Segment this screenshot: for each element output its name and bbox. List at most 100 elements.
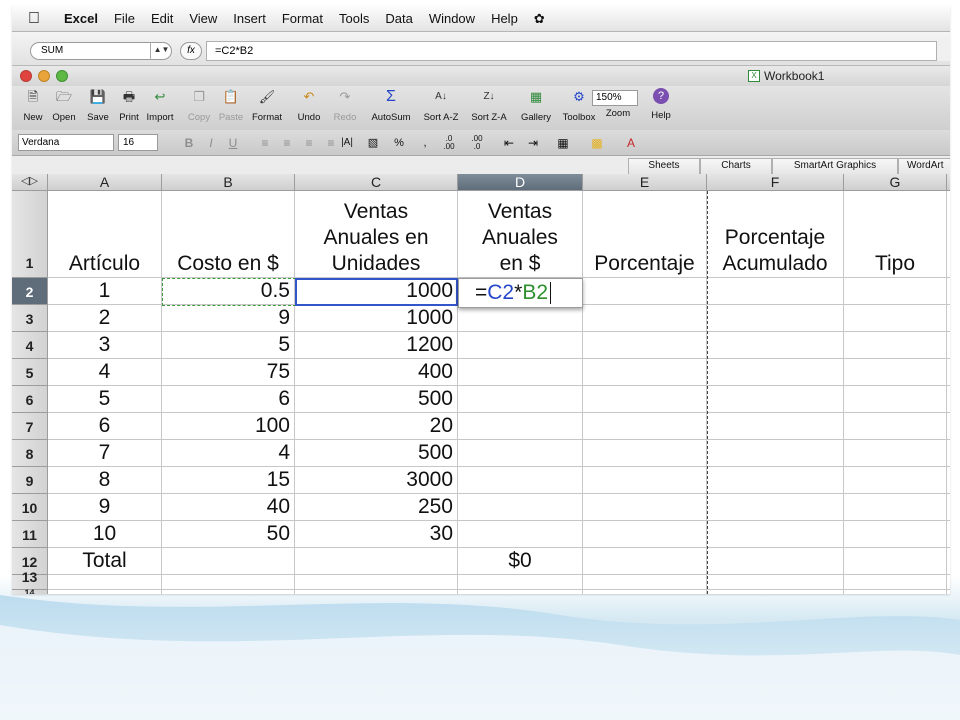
borders-icon[interactable]: ▦: [554, 135, 572, 151]
cell-a14[interactable]: [48, 590, 162, 594]
row-header-10[interactable]: 10: [12, 494, 48, 521]
header-cell-d[interactable]: Ventas Anuales en $: [458, 191, 583, 278]
cell-b4[interactable]: 5: [162, 332, 295, 359]
cell-d13[interactable]: [458, 575, 583, 590]
formula-scroll-handle[interactable]: [936, 41, 950, 61]
cell-e9[interactable]: [583, 467, 707, 494]
sort-a-z-button[interactable]: A↓ Sort A-Z: [418, 88, 464, 123]
cell-e10[interactable]: [583, 494, 707, 521]
tab-smartart[interactable]: SmartArt Graphics: [772, 158, 898, 174]
cell-c4[interactable]: 1200: [295, 332, 458, 359]
column-header-e[interactable]: E: [583, 174, 707, 191]
increase-indent-icon[interactable]: ⇥: [524, 135, 542, 151]
cell-c12[interactable]: [295, 548, 458, 575]
d2-edit-cell[interactable]: =C2*B2: [458, 278, 583, 308]
cell-e3[interactable]: [583, 305, 707, 332]
font-name-select[interactable]: Verdana: [18, 134, 114, 151]
menu-file[interactable]: File: [106, 11, 143, 26]
copy-button[interactable]: ❐ Copy: [184, 88, 214, 123]
cell-h11[interactable]: [947, 521, 950, 548]
sort-z-a-button[interactable]: Z↓ Sort Z-A: [466, 88, 512, 123]
merge-cells-icon[interactable]: |A|: [338, 135, 356, 151]
cell-f5[interactable]: [707, 359, 844, 386]
cell-b7[interactable]: 100: [162, 413, 295, 440]
import-button[interactable]: ↩ Import: [142, 88, 178, 123]
cell-c2[interactable]: 1000: [295, 278, 458, 305]
cell-a9[interactable]: 8: [48, 467, 162, 494]
save-button[interactable]: 💾 Save: [82, 88, 114, 123]
cell-c11[interactable]: 30: [295, 521, 458, 548]
cell-a7[interactable]: 6: [48, 413, 162, 440]
row-header-9[interactable]: 9: [12, 467, 48, 494]
cell-c10[interactable]: 250: [295, 494, 458, 521]
cell-a12[interactable]: Total: [48, 548, 162, 575]
cell-a8[interactable]: 7: [48, 440, 162, 467]
cell-e11[interactable]: [583, 521, 707, 548]
cell-f3[interactable]: [707, 305, 844, 332]
align-left-icon[interactable]: ≡: [256, 135, 274, 151]
cell-g2[interactable]: [844, 278, 947, 305]
menu-view[interactable]: View: [181, 11, 225, 26]
cell-h4[interactable]: [947, 332, 950, 359]
decrease-decimal-icon[interactable]: .00.0: [468, 135, 486, 151]
column-header-b[interactable]: B: [162, 174, 295, 191]
cell-h7[interactable]: [947, 413, 950, 440]
row-header-6[interactable]: 6: [12, 386, 48, 413]
column-header-g[interactable]: G: [844, 174, 947, 191]
cell-a11[interactable]: 10: [48, 521, 162, 548]
cell-h13[interactable]: [947, 575, 950, 590]
cell-c14[interactable]: [295, 590, 458, 594]
menu-excel[interactable]: Excel: [56, 11, 106, 26]
cell-e2[interactable]: [583, 278, 707, 305]
cell-h3[interactable]: [947, 305, 950, 332]
row-header-7[interactable]: 7: [12, 413, 48, 440]
cell-f11[interactable]: [707, 521, 844, 548]
cell-c8[interactable]: 500: [295, 440, 458, 467]
cell-h9[interactable]: [947, 467, 950, 494]
cell-c13[interactable]: [295, 575, 458, 590]
align-center-icon[interactable]: ≡: [278, 135, 296, 151]
zoom-window-button[interactable]: [56, 70, 68, 82]
cell-f9[interactable]: [707, 467, 844, 494]
row-header-5[interactable]: 5: [12, 359, 48, 386]
new-button[interactable]: 🗎 New: [20, 88, 46, 123]
cell-f13[interactable]: [707, 575, 844, 590]
column-header-f[interactable]: F: [707, 174, 844, 191]
menu-window[interactable]: Window: [421, 11, 483, 26]
redo-button[interactable]: ↷ Redo: [328, 88, 362, 123]
row-header-11[interactable]: 11: [12, 521, 48, 548]
increase-decimal-icon[interactable]: .0.00: [440, 135, 458, 151]
cell-d8[interactable]: [458, 440, 583, 467]
cell-a10[interactable]: 9: [48, 494, 162, 521]
cell-a6[interactable]: 5: [48, 386, 162, 413]
help-button[interactable]: ? Help: [646, 88, 676, 121]
cell-d6[interactable]: [458, 386, 583, 413]
cell-g7[interactable]: [844, 413, 947, 440]
cell-d11[interactable]: [458, 521, 583, 548]
cell-b5[interactable]: 75: [162, 359, 295, 386]
row-header-14[interactable]: 14: [12, 589, 48, 594]
cell-b2[interactable]: 0.5: [162, 278, 295, 305]
row-header-4[interactable]: 4: [12, 332, 48, 359]
select-all-corner[interactable]: ◁▷: [12, 174, 48, 191]
insert-function-button[interactable]: fx: [180, 42, 202, 60]
header-cell-a[interactable]: Artículo: [48, 191, 162, 278]
cell-a4[interactable]: 3: [48, 332, 162, 359]
row-header-2[interactable]: 2: [12, 278, 48, 305]
underline-icon[interactable]: U: [224, 135, 242, 151]
cell-g12[interactable]: [844, 548, 947, 575]
cell-b14[interactable]: [162, 590, 295, 594]
cell-d7[interactable]: [458, 413, 583, 440]
row-header-8[interactable]: 8: [12, 440, 48, 467]
cell-e13[interactable]: [583, 575, 707, 590]
menu-insert[interactable]: Insert: [225, 11, 274, 26]
apple-menu-icon[interactable]: : [12, 10, 56, 28]
cell-e6[interactable]: [583, 386, 707, 413]
cell-h5[interactable]: [947, 359, 950, 386]
cell-g3[interactable]: [844, 305, 947, 332]
align-right-icon[interactable]: ≡: [300, 135, 318, 151]
font-size-select[interactable]: 16: [118, 134, 158, 151]
menu-format[interactable]: Format: [274, 11, 331, 26]
undo-button[interactable]: ↶ Undo: [292, 88, 326, 123]
autosum-button[interactable]: Σ AutoSum: [368, 88, 414, 123]
